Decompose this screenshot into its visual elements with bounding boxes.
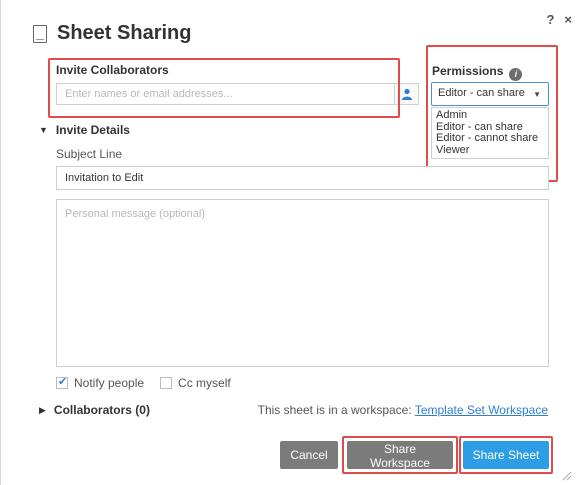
permissions-select[interactable]: Editor - can share ▼ <box>431 82 549 106</box>
cc-myself-checkbox[interactable]: Cc myself <box>160 376 231 390</box>
permissions-dropdown-list: Admin Editor - can share Editor - cannot… <box>431 107 549 159</box>
invite-collaborators-label: Invite Collaborators <box>56 63 169 77</box>
invite-collaborators-input[interactable] <box>56 83 394 105</box>
help-icon[interactable]: ? <box>546 12 554 27</box>
chevron-down-icon: ▼ <box>533 90 541 99</box>
contact-icon <box>401 88 412 100</box>
permissions-label: Permissions i <box>432 64 523 81</box>
notify-people-checkbox[interactable]: Notify people <box>56 375 145 390</box>
workspace-note-text: This sheet is in a workspace: <box>257 403 412 417</box>
cancel-button[interactable]: Cancel <box>280 441 338 469</box>
contact-picker-button[interactable] <box>394 83 419 105</box>
permissions-label-text: Permissions <box>432 64 504 78</box>
dialog-controls: ? × <box>546 12 572 27</box>
notify-people-label: Notify people <box>74 376 145 390</box>
checkbox-unchecked-icon <box>160 377 173 389</box>
triangle-right-icon: ▶ <box>39 404 46 415</box>
resize-grip-icon[interactable] <box>562 471 572 481</box>
dialog-title: Sheet Sharing <box>57 22 192 44</box>
close-icon[interactable]: × <box>564 12 572 27</box>
share-sheet-button[interactable]: Share Sheet <box>463 441 549 469</box>
collaborators-toggle[interactable]: ▶ Collaborators (0) <box>39 403 150 417</box>
triangle-down-icon: ▼ <box>39 125 48 135</box>
cc-myself-label: Cc myself <box>178 376 231 390</box>
share-workspace-button[interactable]: Share Workspace <box>347 441 453 470</box>
permissions-selected-value: Editor - can share <box>438 87 525 99</box>
collaborators-label: Collaborators (0) <box>53 403 150 417</box>
permission-option-editor-cannot-share[interactable]: Editor - cannot share <box>432 132 548 145</box>
workspace-note: This sheet is in a workspace: Template S… <box>258 403 548 417</box>
invite-details-toggle[interactable]: ▼ Invite Details <box>39 123 130 137</box>
sheet-icon <box>33 24 47 43</box>
checkbox-checked-icon <box>56 375 68 389</box>
subject-line-label: Subject Line <box>56 147 123 161</box>
notification-options: Notify people Cc myself <box>56 375 231 390</box>
sheet-sharing-dialog: ? × Sheet Sharing Invite Collaborators P… <box>0 0 578 485</box>
subject-line-input[interactable] <box>56 166 549 190</box>
personal-message-textarea[interactable] <box>56 199 549 367</box>
invite-details-label: Invite Details <box>55 123 130 137</box>
info-icon[interactable]: i <box>509 68 523 81</box>
permission-option-viewer[interactable]: Viewer <box>432 144 548 157</box>
permission-option-admin[interactable]: Admin <box>432 109 548 122</box>
workspace-link[interactable]: Template Set Workspace <box>415 403 548 417</box>
dialog-header: Sheet Sharing <box>33 22 191 45</box>
